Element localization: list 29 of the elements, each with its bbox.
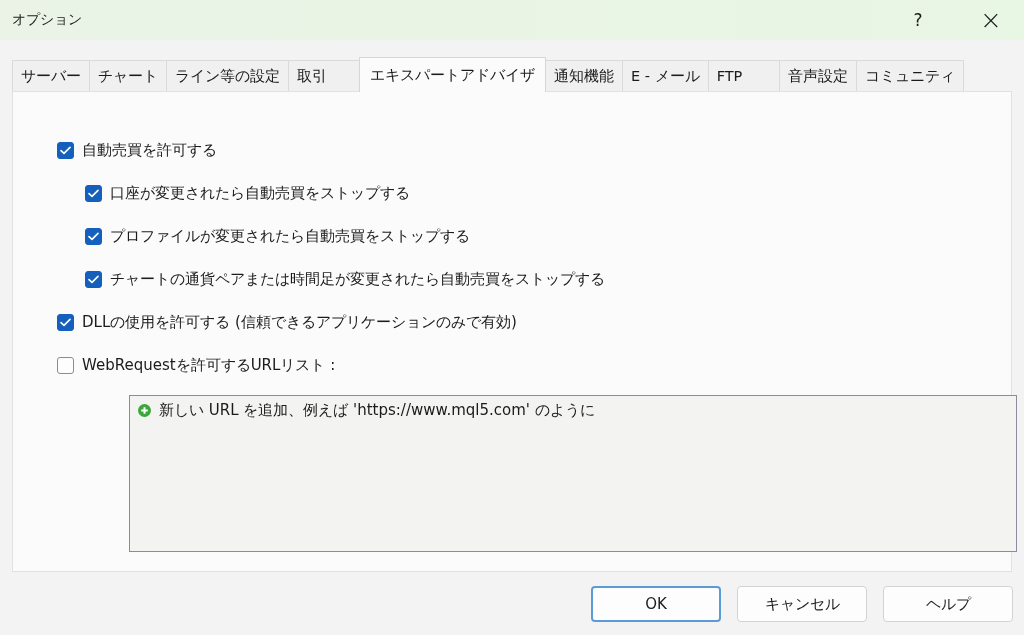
checkbox[interactable] xyxy=(85,185,102,202)
checkbox-label: 口座が変更されたら自動売買をストップする xyxy=(110,184,410,203)
help-button[interactable]: ? xyxy=(900,0,936,40)
checkbox[interactable] xyxy=(57,142,74,159)
tab[interactable]: コミュニティ xyxy=(855,60,964,91)
checkmark-icon xyxy=(88,232,99,241)
checkbox-label: プロファイルが変更されたら自動売買をストップする xyxy=(110,227,470,246)
checkbox[interactable] xyxy=(57,314,74,331)
checkbox-label: DLLの使用を許可する (信頼できるアプリケーションのみで有効) xyxy=(82,313,517,332)
url-list[interactable]: 新しい URL を追加、例えば 'https://www.mql5.com' のように xyxy=(129,395,1017,552)
tab[interactable]: サーバー xyxy=(12,60,90,91)
close-button[interactable]: × xyxy=(968,0,1014,40)
checkbox[interactable] xyxy=(85,271,102,288)
dialog-button[interactable]: ヘルプ xyxy=(883,586,1013,622)
checkbox-label: WebRequestを許可するURLリスト : xyxy=(82,356,336,375)
checkbox[interactable] xyxy=(85,228,102,245)
checkbox-label: チャートの通貨ペアまたは時間足が変更されたら自動売買をストップする xyxy=(110,270,605,289)
checkmark-icon xyxy=(88,275,99,284)
plus-circle-icon[interactable] xyxy=(138,404,151,417)
dialog-button[interactable]: キャンセル xyxy=(737,586,867,622)
checkbox-label: 自動売買を許可する xyxy=(82,141,217,160)
checkbox[interactable] xyxy=(57,357,74,374)
checkmark-icon xyxy=(60,146,71,155)
checkmark-icon xyxy=(60,318,71,327)
dialog-button[interactable]: OK xyxy=(591,586,721,622)
checkmark-icon xyxy=(88,189,99,198)
tab[interactable]: エキスパートアドバイザ xyxy=(359,57,546,92)
list-item-text[interactable]: 新しい URL を追加、例えば 'https://www.mql5.com' のように xyxy=(159,401,595,420)
window-title: オプション xyxy=(12,11,82,29)
